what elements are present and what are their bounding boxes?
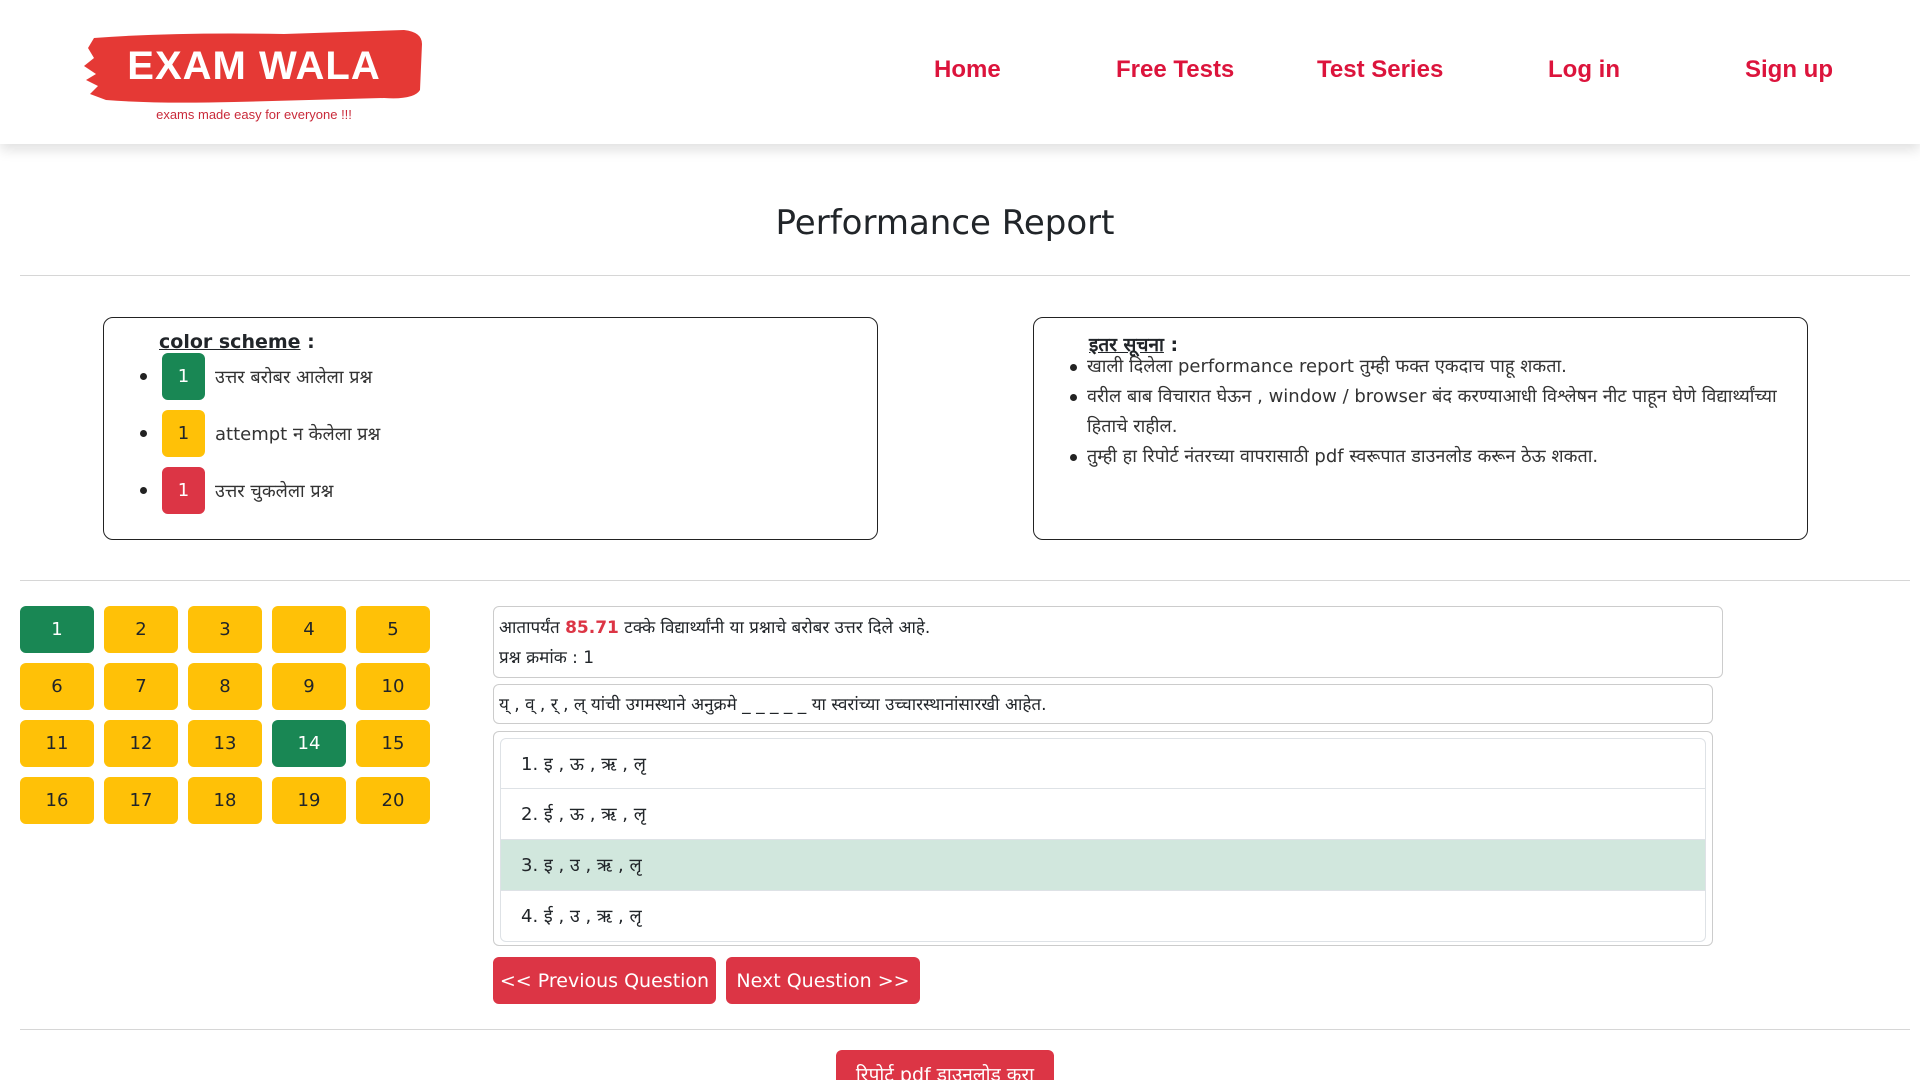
note-item: खाली दिलेला performance report तुम्ही फक… bbox=[1070, 352, 1800, 382]
nav-home[interactable]: Home bbox=[934, 56, 1001, 84]
question-button-11[interactable]: 11 bbox=[20, 720, 94, 767]
navbar: EXAM WALA exams made easy for everyone !… bbox=[0, 0, 1920, 144]
note-item: तुम्ही हा रिपोर्ट नंतरच्या वापरासाठी pdf… bbox=[1070, 442, 1800, 472]
question-button-6[interactable]: 6 bbox=[20, 663, 94, 710]
legend-label-correct: उत्तर बरोबर आलेला प्रश्न bbox=[215, 366, 373, 388]
question-button-13[interactable]: 13 bbox=[188, 720, 262, 767]
legend-chip-correct: 1 bbox=[162, 353, 205, 400]
question-button-3[interactable]: 3 bbox=[188, 606, 262, 653]
note-item: वरील बाब विचारात घेऊन , window / browser… bbox=[1070, 382, 1800, 442]
bullet bbox=[140, 430, 147, 437]
divider bbox=[20, 275, 1910, 276]
question-text: य् , व् , र् , ल् यांची उगमस्थाने अनुक्र… bbox=[493, 684, 1713, 724]
option-3-correct[interactable]: 3. इ , उ , ऋ , लृ bbox=[500, 840, 1706, 891]
question-button-8[interactable]: 8 bbox=[188, 663, 262, 710]
brand-logo[interactable]: EXAM WALA exams made easy for everyone !… bbox=[84, 30, 424, 130]
question-button-9[interactable]: 9 bbox=[272, 663, 346, 710]
color-scheme-heading: color scheme : bbox=[159, 331, 315, 353]
question-button-4[interactable]: 4 bbox=[272, 606, 346, 653]
question-button-12[interactable]: 12 bbox=[104, 720, 178, 767]
notes-list: खाली दिलेला performance report तुम्ही फक… bbox=[1070, 352, 1800, 472]
legend-item-unattempted: 1 attempt न केलेला प्रश्न bbox=[140, 410, 380, 457]
nav-login[interactable]: Log in bbox=[1548, 56, 1620, 84]
correct-percentage-line: आतापर्यंत 85.71 टक्के विद्यार्थ्यांनी या… bbox=[499, 618, 931, 638]
legend-item-wrong: 1 उत्तर चुकलेला प्रश्न bbox=[140, 467, 333, 514]
legend-chip-wrong: 1 bbox=[162, 467, 205, 514]
download-pdf-button[interactable]: रिपोर्ट pdf डाउनलोड करा bbox=[836, 1050, 1054, 1080]
divider bbox=[20, 1029, 1910, 1030]
question-button-2[interactable]: 2 bbox=[104, 606, 178, 653]
question-number: प्रश्न क्रमांक : 1 bbox=[499, 648, 595, 668]
nav-free-tests[interactable]: Free Tests bbox=[1116, 56, 1234, 84]
next-question-button[interactable]: Next Question >> bbox=[726, 957, 920, 1004]
nav-signup[interactable]: Sign up bbox=[1745, 56, 1833, 84]
color-scheme-box: color scheme : 1 उत्तर बरोबर आलेला प्रश्… bbox=[103, 317, 878, 540]
question-button-16[interactable]: 16 bbox=[20, 777, 94, 824]
question-button-19[interactable]: 19 bbox=[272, 777, 346, 824]
question-button-14[interactable]: 14 bbox=[272, 720, 346, 767]
question-button-1[interactable]: 1 bbox=[20, 606, 94, 653]
legend-label-wrong: उत्तर चुकलेला प्रश्न bbox=[215, 480, 334, 502]
legend-item-correct: 1 उत्तर बरोबर आलेला प्रश्न bbox=[140, 353, 372, 400]
legend-chip-unattempted: 1 bbox=[162, 410, 205, 457]
previous-question-button[interactable]: << Previous Question bbox=[493, 957, 716, 1004]
question-button-7[interactable]: 7 bbox=[104, 663, 178, 710]
question-button-5[interactable]: 5 bbox=[356, 606, 430, 653]
question-button-18[interactable]: 18 bbox=[188, 777, 262, 824]
option-1[interactable]: 1. इ , ऊ , ऋ , लृ bbox=[500, 738, 1706, 789]
other-notes-box: इतर सूचना : खाली दिलेला performance repo… bbox=[1033, 317, 1808, 540]
option-2[interactable]: 2. ई , ऊ , ऋ , लृ bbox=[500, 789, 1706, 840]
page-title: Performance Report bbox=[775, 203, 1115, 243]
question-button-17[interactable]: 17 bbox=[104, 777, 178, 824]
brand-tagline: exams made easy for everyone !!! bbox=[156, 107, 352, 122]
nav-test-series[interactable]: Test Series bbox=[1317, 56, 1443, 84]
options-list: 1. इ , ऊ , ऋ , लृ 2. ई , ऊ , ऋ , लृ 3. इ… bbox=[493, 731, 1713, 946]
question-stats-box: आतापर्यंत 85.71 टक्के विद्यार्थ्यांनी या… bbox=[493, 606, 1723, 678]
question-button-10[interactable]: 10 bbox=[356, 663, 430, 710]
bullet bbox=[140, 487, 147, 494]
legend-label-unattempted: attempt न केलेला प्रश्न bbox=[215, 423, 381, 445]
correct-percentage-value: 85.71 bbox=[565, 618, 619, 638]
option-4[interactable]: 4. ई , उ , ऋ , लृ bbox=[500, 891, 1706, 942]
question-button-15[interactable]: 15 bbox=[356, 720, 430, 767]
question-palette: 1 2 3 4 5 6 7 8 9 10 11 12 13 14 15 16 17 18 19 20 bbox=[20, 606, 430, 824]
brand-name: EXAM WALA bbox=[127, 44, 381, 88]
divider bbox=[20, 580, 1910, 581]
bullet bbox=[140, 373, 147, 380]
question-button-20[interactable]: 20 bbox=[356, 777, 430, 824]
